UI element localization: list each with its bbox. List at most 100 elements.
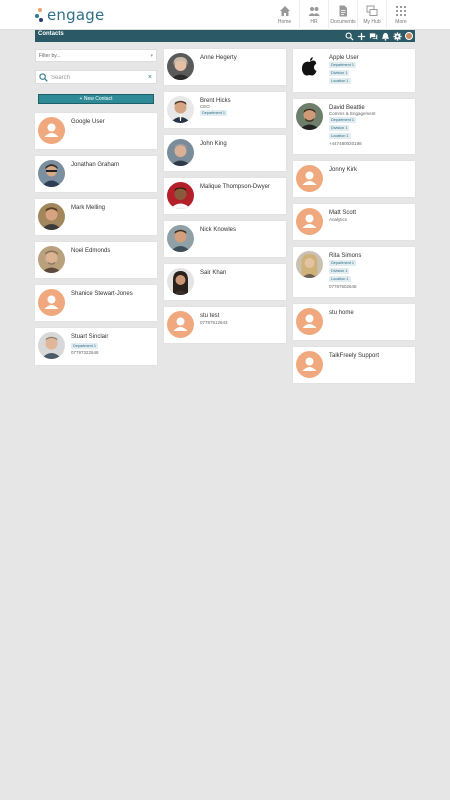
contact-name: Sair Khan	[200, 270, 227, 276]
contact-photo	[296, 251, 323, 278]
department-badge: Department 1	[71, 343, 99, 349]
nav-hr[interactable]: HR	[299, 0, 328, 30]
search-input[interactable]	[51, 73, 141, 82]
engage-logo[interactable]: engage	[35, 6, 104, 24]
logo-text: engage	[47, 6, 105, 24]
page-title: Contacts	[38, 31, 64, 37]
contact-card-shanice-stewart-jones[interactable]: Shanice Stewart-Jones	[35, 285, 157, 321]
settings-gear-icon[interactable]	[393, 31, 402, 41]
user-avatar[interactable]	[405, 32, 413, 40]
contact-name: Rita Simons	[329, 253, 362, 259]
division-badge: Division 1	[329, 125, 350, 131]
contact-name: Malique Thompson-Dwyer	[200, 184, 270, 190]
search-box: ×	[35, 70, 157, 84]
contact-photo	[167, 225, 194, 252]
chat-icon[interactable]	[369, 32, 378, 41]
contact-card-brent-hicks[interactable]: Brent Hicks CEO Department 1	[164, 92, 286, 128]
new-contact-button[interactable]: + New Contact	[38, 94, 154, 104]
department-badge: Department 1	[200, 110, 228, 116]
hub-icon	[366, 5, 378, 16]
contact-card-malique-thompson-dwyer[interactable]: Malique Thompson-Dwyer	[164, 178, 286, 214]
contact-job-title: CEO	[200, 104, 210, 109]
default-avatar-icon	[296, 208, 323, 235]
contact-card-matt-scott[interactable]: Matt Scott Analytics	[293, 204, 415, 240]
contact-phone: 07787502648	[329, 284, 357, 289]
contact-card-nick-knowles[interactable]: Nick Knowles	[164, 221, 286, 257]
contact-photo	[167, 53, 194, 80]
contact-card-google-user[interactable]: Google User	[35, 113, 157, 149]
top-bar: engage Home HR Documents My Hub More	[0, 0, 450, 30]
header-actions	[345, 31, 413, 41]
logo-dots-icon	[35, 7, 45, 23]
contact-name: Anne Hegerty	[200, 55, 237, 61]
default-avatar-icon	[296, 308, 323, 335]
contact-card-stu-test[interactable]: stu test 07787512643	[164, 307, 286, 343]
contact-job-title: Analytics	[329, 217, 348, 222]
search-icon[interactable]	[345, 32, 354, 41]
document-icon	[339, 5, 347, 17]
contact-card-jonathan-graham[interactable]: Jonathan Graham	[35, 156, 157, 192]
nav-documents-label: Documents	[330, 19, 356, 25]
contact-photo	[167, 139, 194, 166]
contact-card-rita-simons[interactable]: Rita Simons Department 1 Division 1 Loca…	[293, 247, 415, 297]
default-avatar-icon	[38, 289, 65, 316]
contact-card-mark-melling[interactable]: Mark Melling	[35, 199, 157, 235]
nav-more-label: More	[395, 19, 407, 25]
contact-photo	[38, 160, 65, 187]
contact-name: Stuart Sinclair	[71, 334, 109, 340]
contact-photo	[38, 246, 65, 273]
contact-phone: 07787512643	[200, 320, 228, 325]
contact-card-sair-khan[interactable]: Sair Khan	[164, 264, 286, 300]
contact-card-john-king[interactable]: John King	[164, 135, 286, 171]
division-badge: Division 1	[329, 268, 350, 274]
contacts-header-bar: Contacts	[35, 30, 415, 42]
contact-photo	[38, 203, 65, 230]
nav-my-hub-label: My Hub	[363, 19, 381, 25]
contact-card-noel-edmonds[interactable]: Noel Edmonds	[35, 242, 157, 278]
default-avatar-icon	[296, 351, 323, 378]
close-icon[interactable]: ×	[148, 73, 152, 82]
contact-card-stuart-sinclair[interactable]: Stuart Sinclair Department 1 07797322648	[35, 328, 157, 365]
department-badge: Department 1	[329, 62, 357, 68]
default-avatar-icon	[167, 311, 194, 338]
nav-more[interactable]: More	[386, 0, 415, 30]
bell-icon[interactable]	[381, 32, 390, 41]
contact-card-david-beattie[interactable]: David Beattie Comms & Engagement Departm…	[293, 99, 415, 154]
people-icon	[308, 7, 320, 16]
nav-documents[interactable]: Documents	[328, 0, 357, 30]
contact-photo	[167, 182, 194, 209]
nav-hr-label: HR	[310, 19, 318, 25]
contact-name: Noel Edmonds	[71, 248, 111, 254]
contact-photo	[38, 332, 65, 359]
contact-name: Google User	[71, 119, 105, 125]
location-badge: Location 1	[329, 276, 351, 282]
contact-name: Shanice Stewart-Jones	[71, 291, 133, 297]
contact-name: stu test	[200, 313, 220, 319]
contact-phone: 07797322648	[71, 350, 99, 355]
contact-name: Mark Melling	[71, 205, 106, 211]
location-badge: Location 1	[329, 133, 351, 139]
location-badge: Location 1	[329, 78, 351, 84]
contact-name: Matt Scott	[329, 210, 357, 216]
contact-card-jonny-kirk[interactable]: Jonny Kirk	[293, 161, 415, 197]
contact-name: Apple User	[329, 55, 359, 61]
contact-name: Nick Knowles	[200, 227, 237, 233]
nav-my-hub[interactable]: My Hub	[357, 0, 386, 30]
filter-select[interactable]: Filter by... ▾	[35, 49, 157, 62]
contact-card-anne-hegerty[interactable]: Anne Hegerty	[164, 49, 286, 85]
filter-placeholder: Filter by...	[39, 53, 61, 59]
department-badge: Department 1	[329, 117, 357, 123]
contact-name: Jonny Kirk	[329, 167, 358, 173]
default-avatar-icon	[296, 165, 323, 192]
contact-job-title: Comms & Engagement	[329, 111, 376, 116]
nav-home[interactable]: Home	[270, 0, 299, 30]
contact-name: stu home	[329, 310, 354, 316]
contact-card-stu-home[interactable]: stu home	[293, 304, 415, 340]
contact-name: TalkFreely Support	[329, 353, 380, 359]
contact-card-apple-user[interactable]: Apple User Department 1 Division 1 Locat…	[293, 49, 415, 92]
add-icon[interactable]	[357, 32, 366, 41]
home-icon	[279, 6, 290, 16]
contact-name: Jonathan Graham	[71, 162, 120, 168]
contact-card-talkfreely-support[interactable]: TalkFreely Support	[293, 347, 415, 383]
main-nav: Home HR Documents My Hub More	[270, 0, 415, 30]
